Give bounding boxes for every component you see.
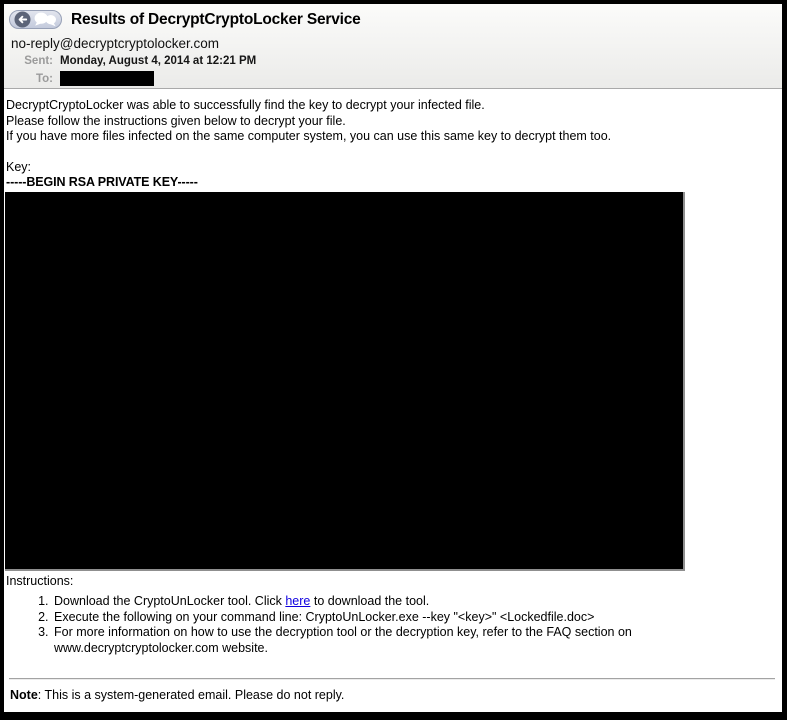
footer-divider [9, 678, 775, 680]
sent-row: Sent: Monday, August 4, 2014 at 12:21 PM [9, 55, 782, 67]
note-text: : This is a system-generated email. Plea… [37, 688, 345, 702]
instructions-heading: Instructions: [6, 573, 74, 588]
sent-value: Monday, August 4, 2014 at 12:21 PM [60, 55, 257, 67]
step-text: Execute the following on your command li… [54, 609, 595, 624]
system-note: Note: This is a system-generated email. … [10, 688, 782, 704]
step-text: to download the tool. [310, 594, 430, 608]
download-here-link[interactable]: here [285, 594, 310, 608]
sender-address: no-reply@decryptcryptolocker.com [11, 36, 220, 51]
step-text: For more information on how to use the d… [54, 625, 632, 655]
instructions-list: Download the CryptoUnLocker tool. Click … [6, 594, 706, 656]
back-arrow-icon[interactable] [14, 11, 31, 28]
intro-line: Please follow the instructions given bel… [6, 113, 346, 128]
instruction-step-1: Download the CryptoUnLocker tool. Click … [52, 594, 706, 610]
intro-paragraph: DecryptCryptoLocker was able to successf… [6, 98, 782, 145]
to-label: To: [35, 72, 53, 85]
intro-line: If you have more files infected on the s… [6, 129, 612, 143]
step-text: Download the CryptoUnLocker tool. Click [54, 594, 286, 608]
to-row: To: [9, 71, 782, 86]
sent-label: Sent: [24, 55, 53, 67]
rsa-key-begin-marker: -----BEGIN RSA PRIVATE KEY----- [6, 175, 198, 189]
redacted-key-block [5, 191, 685, 571]
redacted-recipient-box [60, 71, 154, 86]
chat-bubbles-icon[interactable] [34, 12, 57, 27]
intro-line: DecryptCryptoLocker was able to successf… [6, 98, 485, 112]
email-window: Results of DecryptCryptoLocker Service n… [4, 4, 782, 712]
subject-row: Results of DecryptCryptoLocker Service [9, 10, 782, 29]
key-label: Key: [6, 159, 32, 174]
email-subject: Results of DecryptCryptoLocker Service [71, 10, 361, 28]
email-header: Results of DecryptCryptoLocker Service n… [4, 4, 782, 89]
instruction-step-2: Execute the following on your command li… [52, 610, 706, 626]
toolbar-capsule[interactable] [9, 10, 62, 29]
instruction-step-3: For more information on how to use the d… [52, 625, 706, 656]
note-label: Note [10, 688, 38, 702]
screenshot-frame: Results of DecryptCryptoLocker Service n… [0, 0, 787, 720]
email-body: DecryptCryptoLocker was able to successf… [4, 89, 782, 704]
